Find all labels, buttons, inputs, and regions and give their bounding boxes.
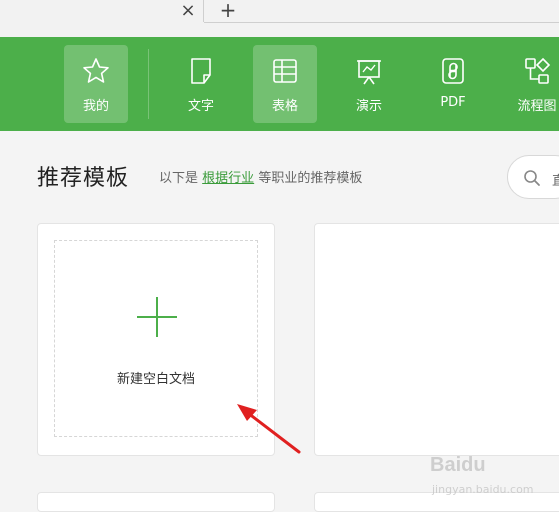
toolbar-item-presentation[interactable]: 演示 bbox=[337, 45, 401, 123]
new-tab-button[interactable]: + bbox=[216, 0, 240, 22]
plus-icon: + bbox=[219, 0, 237, 22]
star-icon bbox=[83, 58, 109, 83]
search-icon bbox=[524, 170, 540, 186]
watermark-url: jingyan.baidu.com bbox=[432, 483, 534, 496]
table-icon bbox=[273, 59, 297, 83]
document-icon bbox=[191, 58, 211, 84]
presentation-icon bbox=[357, 60, 381, 85]
search-placeholder: 直 bbox=[552, 174, 559, 189]
new-doc-label: 新建空白文档 bbox=[116, 372, 195, 387]
flowchart-icon bbox=[525, 57, 551, 84]
search-input[interactable]: 直 bbox=[507, 155, 559, 199]
tab-underline bbox=[204, 22, 559, 23]
close-icon: × bbox=[180, 0, 196, 21]
toolbar-item-label: 表格 bbox=[271, 99, 298, 114]
template-card[interactable] bbox=[37, 492, 275, 512]
page-title: 推荐模板 bbox=[37, 166, 130, 191]
subtitle-prefix: 以下是 bbox=[159, 171, 199, 186]
tab-divider bbox=[203, 0, 204, 22]
toolbar-item-spreadsheet[interactable]: 表格 bbox=[253, 45, 317, 123]
recommendation-subtitle: 以下是 根据行业 等职业的推荐模板 bbox=[159, 167, 362, 186]
toolbar-separator bbox=[148, 49, 149, 119]
watermark-brand: Baidu bbox=[430, 454, 486, 476]
pdf-icon bbox=[442, 58, 464, 84]
toolbar-item-pdf[interactable]: PDF bbox=[421, 45, 485, 123]
subtitle-suffix: 等职业的推荐模板 bbox=[258, 171, 363, 186]
toolbar-item-label: PDF bbox=[440, 95, 466, 110]
industry-link[interactable]: 根据行业 bbox=[202, 171, 254, 186]
toolbar-item-mine[interactable]: 我的 bbox=[64, 45, 128, 123]
template-card[interactable] bbox=[314, 223, 559, 456]
toolbar-item-label: 演示 bbox=[355, 99, 382, 114]
new-blank-document-button[interactable]: 新建空白文档 bbox=[54, 240, 258, 437]
close-tab-button[interactable]: × bbox=[178, 0, 198, 21]
toolbar-item-text[interactable]: 文字 bbox=[169, 45, 233, 123]
template-card-new: 新建空白文档 bbox=[37, 223, 275, 456]
toolbar-item-label: 我的 bbox=[82, 99, 109, 114]
app-toolbar: 我的 文字 表格 演示 PDF 流程图 bbox=[0, 37, 559, 131]
tab-strip: × + bbox=[0, 0, 559, 37]
plus-icon bbox=[137, 297, 177, 337]
toolbar-item-flowchart[interactable]: 流程图 bbox=[505, 45, 559, 123]
toolbar-item-label: 流程图 bbox=[517, 99, 557, 114]
toolbar-item-label: 文字 bbox=[187, 99, 214, 114]
baidu-watermark: Baidu jingyan.baidu.com bbox=[430, 452, 555, 500]
